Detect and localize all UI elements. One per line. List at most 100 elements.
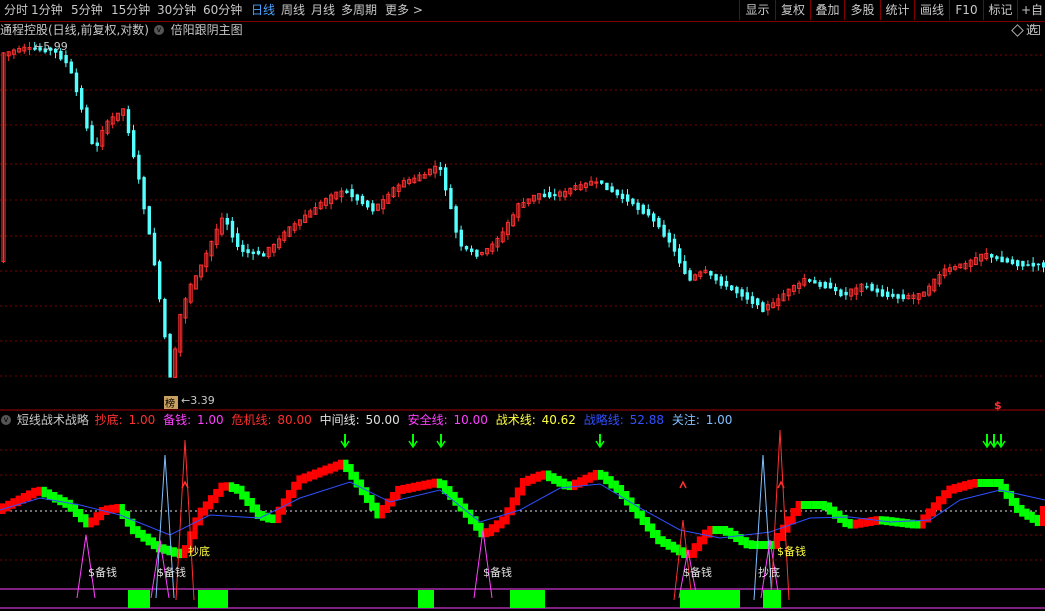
candle-body-down (142, 177, 146, 210)
candle-body-down (251, 251, 255, 254)
tactic-bar-down (1029, 511, 1035, 523)
candle-body-down (631, 198, 635, 205)
candle-body-down (454, 206, 458, 233)
tactic-bar-down (650, 523, 656, 538)
tactic-bar-up (946, 485, 952, 499)
tactic-bar-down (977, 479, 983, 487)
candle-body-down (672, 238, 677, 252)
candle-body-down (880, 289, 885, 297)
candle-body-down (735, 286, 739, 294)
candle-body-down (464, 246, 469, 250)
signal-annotation: $备钱 (88, 565, 117, 579)
candle-body-down (126, 109, 131, 134)
candle-body-down (750, 296, 755, 304)
candle-body-down (1031, 262, 1035, 267)
tactic-bar-down (566, 481, 573, 491)
low-price-label: ←3.39 (181, 394, 215, 407)
tactic-bar-up (405, 483, 411, 493)
tactic-bar-down (754, 541, 760, 549)
tactic-bar-up (930, 502, 937, 517)
tactic-bar-up (696, 536, 703, 552)
tactic-bar-up (582, 474, 588, 486)
tactic-bar-up (691, 543, 697, 558)
tactic-bar-up (182, 545, 188, 559)
candle-body-down (230, 220, 235, 238)
tactic-bar-up (790, 508, 796, 525)
tactic-bar-up (410, 482, 417, 492)
signal-annotation: 抄底 (758, 565, 780, 579)
tactic-bar-down (660, 536, 666, 547)
tactic-bar-down (821, 501, 827, 511)
candle-body-down (646, 209, 651, 216)
candle-body-down (662, 224, 666, 237)
signal-spike (473, 529, 493, 599)
candle-body-down (152, 232, 157, 266)
candle-body-down (85, 107, 89, 129)
tactic-bar-up (379, 505, 385, 519)
tactic-bar-down (899, 518, 905, 528)
tactic-bar-up (312, 469, 318, 480)
tactic-bar-down (748, 540, 755, 549)
tactic-bar-down (811, 501, 817, 509)
candle-body-down (548, 192, 552, 198)
tactic-bar-up (213, 488, 219, 504)
tactic-bar-down (171, 547, 177, 557)
tactic-bar-down (759, 541, 765, 549)
tactic-bar-down (608, 476, 614, 489)
candle-body-down (366, 200, 370, 208)
tactic-bar-up (494, 520, 500, 533)
tactic-bar-down (717, 526, 723, 534)
tactic-bar-down (150, 537, 157, 550)
candle-body-down (475, 249, 479, 257)
candle-body-down (1010, 259, 1015, 265)
candle-body-down (542, 193, 547, 198)
tactic-bar-up (88, 517, 94, 528)
tactic-bar-down (369, 494, 375, 511)
candle-body-down (995, 256, 999, 260)
tactic-bar-down (140, 529, 146, 542)
tactic-bar-down (244, 491, 250, 506)
tactic-bar-down (665, 538, 671, 550)
tactic-bar-down (681, 547, 687, 559)
tactic-bar-up (26, 490, 32, 501)
tactic-bar-up (98, 507, 105, 521)
candle-body-down (870, 283, 874, 291)
candle-body-down (345, 190, 349, 193)
tactic-bar-down (41, 486, 47, 498)
tactic-bar-up (920, 514, 926, 529)
candle-body-down (1036, 263, 1041, 266)
signal-mark: $ (994, 399, 1002, 412)
tactic-bar-down (915, 520, 921, 529)
candle-body-down (147, 206, 151, 235)
candle-body-down (610, 186, 614, 193)
tactic-bar-down (57, 494, 63, 506)
tactic-bar-up (852, 519, 859, 529)
tactic-bar-down (556, 475, 562, 487)
tactic-bar-down (551, 473, 557, 484)
tactic-bar-up (499, 516, 505, 529)
tactic-bar-up (431, 478, 437, 488)
candle-body-down (688, 270, 692, 281)
tactic-bar-up (390, 492, 396, 507)
tactic-bar-up (785, 516, 791, 533)
up-arrow-icon (679, 480, 687, 489)
attention-block (510, 590, 545, 608)
candle-body-down (95, 142, 99, 146)
tactic-bar-up (218, 482, 224, 497)
candle-body-down (834, 286, 838, 292)
tactic-bar-down (670, 541, 677, 553)
tactic-bar-down (78, 509, 84, 523)
candle-body-down (605, 182, 609, 191)
candle-body-down (901, 294, 905, 300)
tactic-bar-down (72, 503, 79, 517)
tactic-bar-down (348, 464, 354, 480)
candle-body-down (667, 232, 671, 243)
candle-body-down (137, 154, 141, 180)
tactic-bar-up (1040, 506, 1045, 526)
tactic-bar-up (197, 507, 203, 526)
chart-canvas[interactable]: $备钱 $备钱抄底$备钱 $备钱 抄底$备钱 ←5.99 榜 ←3.39 $ (0, 0, 1045, 611)
tactic-bar-up (488, 524, 495, 537)
tactic-bar-down (249, 498, 255, 513)
candle-body-down (360, 195, 365, 205)
tactic-bar-down (847, 519, 853, 529)
